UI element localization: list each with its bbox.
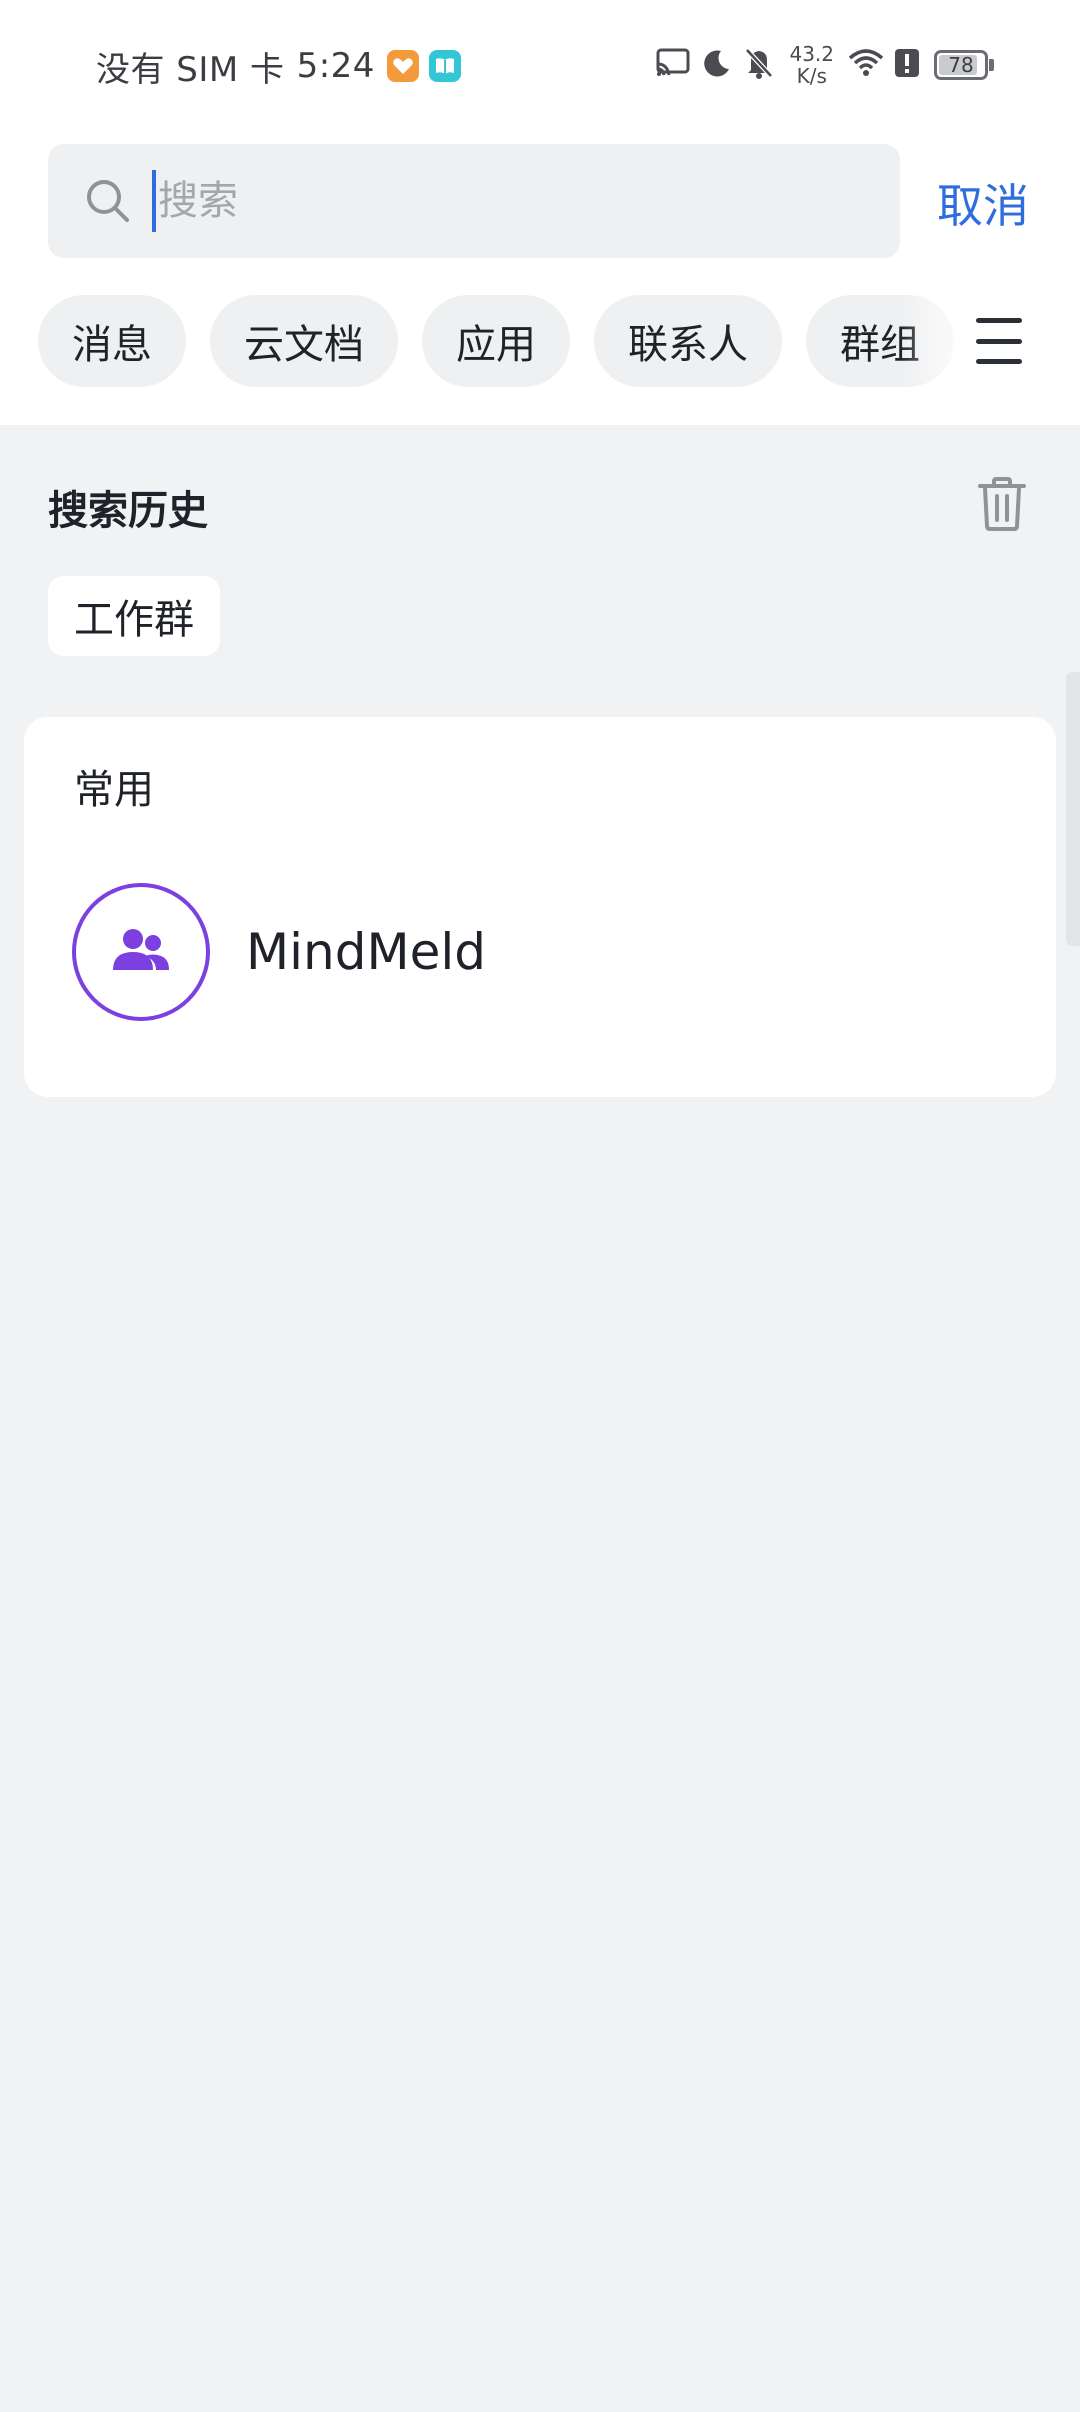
status-right: 43.2 K/s 78: [655, 40, 994, 90]
common-card: 常用 MindMeld: [24, 717, 1056, 1097]
top-area: 没有 SIM 卡 5:24 43.2 K/s 78 搜索 取消 消息 云文档 应…: [0, 0, 1080, 425]
search-history-title: 搜索历史: [48, 488, 208, 534]
wifi-icon: [848, 48, 884, 82]
network-speed: 43.2 K/s: [789, 43, 834, 87]
avatar: [72, 883, 210, 1021]
search-bar[interactable]: [48, 144, 900, 258]
scroll-indicator[interactable]: [1066, 672, 1080, 946]
battery-level: 78: [948, 53, 974, 77]
battery-icon: 78: [934, 50, 988, 80]
status-bar: 没有 SIM 卡 5:24 43.2 K/s 78: [0, 0, 1080, 135]
item-name: MindMeld: [246, 923, 486, 981]
moon-icon: [701, 47, 733, 83]
chip-apps[interactable]: 应用: [422, 295, 570, 387]
chips-fade: [900, 295, 980, 387]
chip-cloud-docs[interactable]: 云文档: [210, 295, 398, 387]
search-input[interactable]: [152, 170, 840, 232]
history-item[interactable]: 工作群: [48, 576, 220, 656]
filter-chips: 消息 云文档 应用 联系人 群组: [38, 295, 958, 387]
cancel-button[interactable]: 取消: [937, 170, 1029, 236]
chip-messages[interactable]: 消息: [38, 295, 186, 387]
common-title: 常用: [74, 767, 154, 813]
net-speed-unit: K/s: [796, 64, 827, 88]
alert-icon: [894, 48, 920, 82]
status-time: 5:24: [296, 46, 375, 86]
status-left: 没有 SIM 卡 5:24: [96, 44, 461, 90]
cast-icon: [655, 47, 691, 83]
hamburger-menu-icon[interactable]: [976, 318, 1026, 364]
bell-off-icon: [743, 46, 775, 84]
net-speed-value: 43.2: [789, 42, 834, 66]
carrier-text: 没有 SIM 卡: [96, 49, 285, 90]
app-notification-icon: [386, 50, 419, 82]
common-item[interactable]: MindMeld: [72, 880, 1012, 1024]
group-icon: [111, 926, 171, 978]
trash-icon[interactable]: [976, 476, 1028, 532]
search-icon: [84, 177, 132, 225]
chip-contacts[interactable]: 联系人: [594, 295, 782, 387]
book-app-icon: [428, 50, 461, 82]
